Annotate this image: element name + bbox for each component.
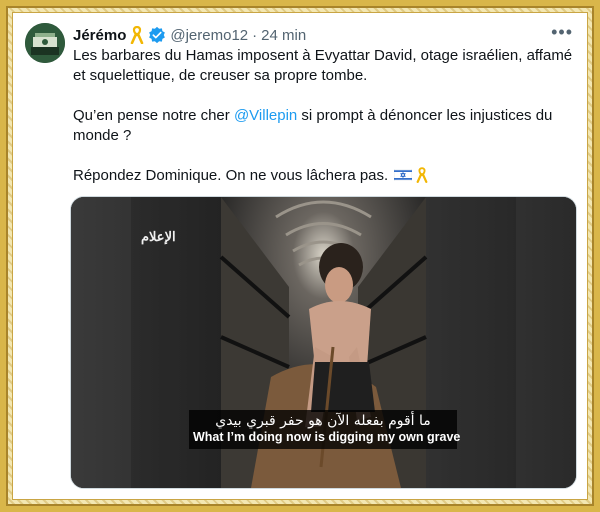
subtitle-arabic: ما أقوم بفعله الآن هو حفر قبري بيدي xyxy=(215,413,431,429)
paragraph-3-text: Répondez Dominique. On ne vous lâchera p… xyxy=(73,167,389,184)
tweet-video[interactable]: الإعلام ما أقوم بفعله الآن هو حفر قبري ب… xyxy=(70,196,577,489)
tweet-paragraph-2: Qu’en pense notre cher @Villepin si prom… xyxy=(73,106,573,146)
more-options-icon[interactable]: ••• xyxy=(551,23,573,41)
author-name[interactable]: Jérémo xyxy=(73,27,126,44)
tweet-paragraph-1: Les barbares du Hamas imposent à Evyatta… xyxy=(73,47,573,84)
separator-dot: · xyxy=(252,26,258,44)
mention-link[interactable]: @Villepin xyxy=(234,107,297,124)
tweet-body: Les barbares du Hamas imposent à Evyatta… xyxy=(73,46,573,186)
subtitle-english: What I’m doing now is digging my own gra… xyxy=(193,430,461,444)
paragraph-2-text-start: Qu’en pense notre cher xyxy=(73,107,234,124)
tweet-card[interactable]: Jérémo @jeremo12 · 24 min ••• Les barbar… xyxy=(12,12,588,500)
tweet-paragraph-3: Répondez Dominique. On ne vous lâchera p… xyxy=(73,166,573,186)
israel-flag-icon xyxy=(394,169,413,181)
author-handle[interactable]: @jeremo12 xyxy=(170,27,248,44)
tweet-header: Jérémo @jeremo12 · 24 min xyxy=(73,25,306,45)
yellow-ribbon-icon xyxy=(416,167,428,183)
verified-badge-icon[interactable] xyxy=(148,26,166,44)
avatar[interactable] xyxy=(25,23,65,63)
video-subtitle: ما أقوم بفعله الآن هو حفر قبري بيدي What… xyxy=(189,410,461,449)
yellow-ribbon-icon xyxy=(131,26,144,44)
timestamp[interactable]: 24 min xyxy=(261,27,306,44)
avatar-image xyxy=(25,23,65,63)
video-watermark-logo: الإعلام xyxy=(141,229,176,244)
